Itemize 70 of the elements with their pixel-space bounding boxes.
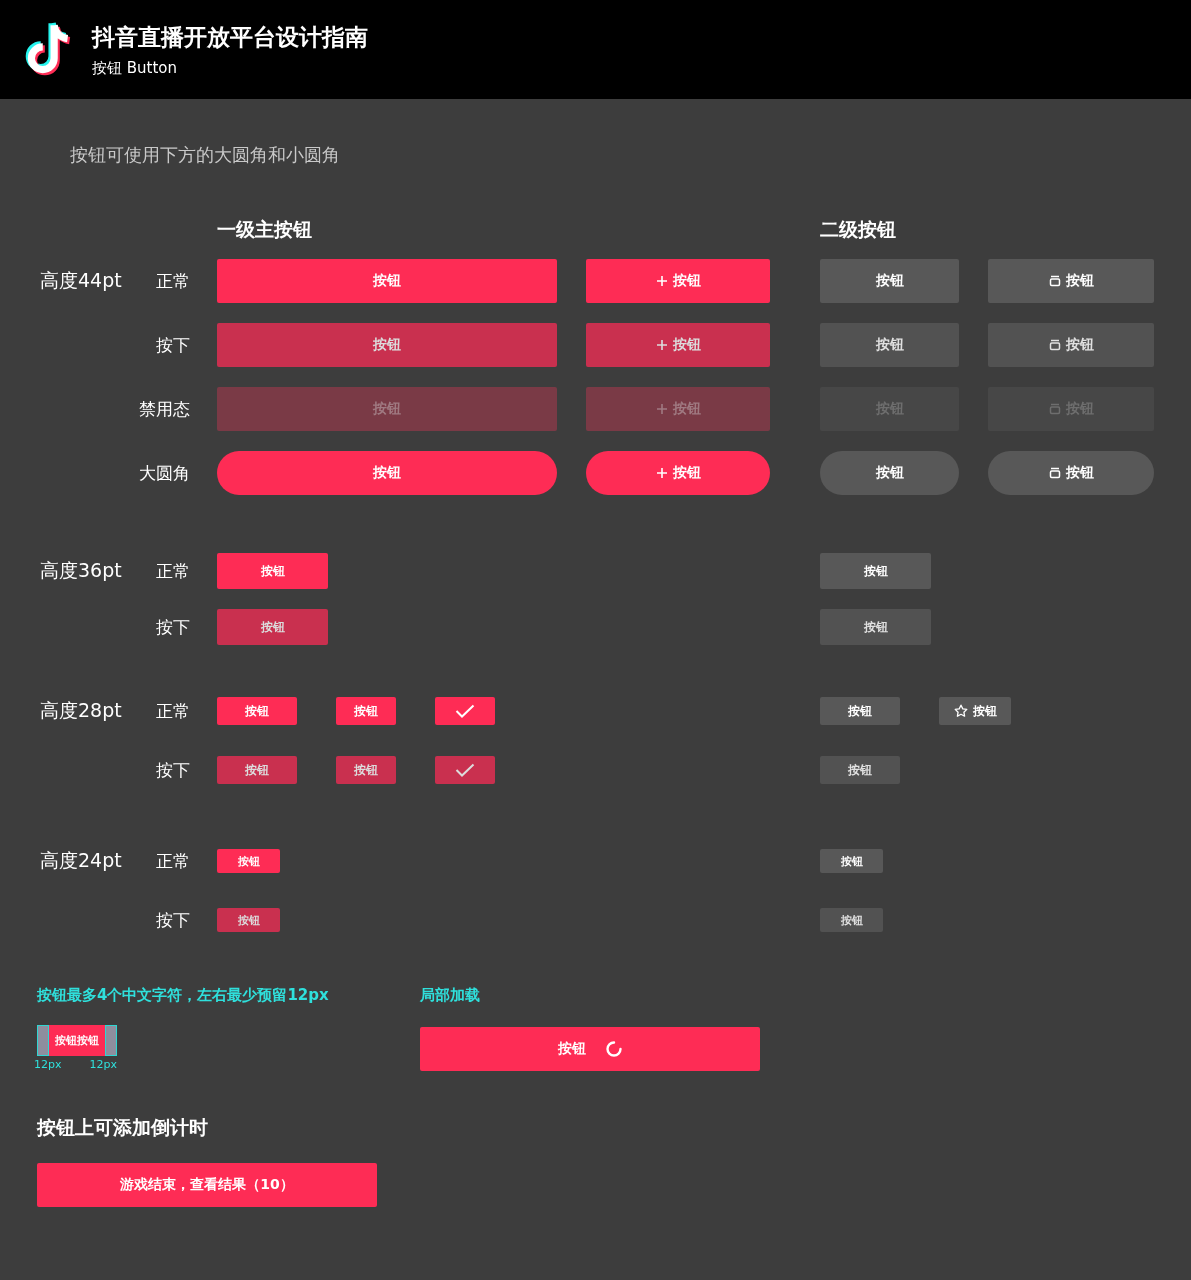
secondary-button[interactable]: 按钮 bbox=[820, 849, 883, 873]
secondary-button[interactable]: 按钮 bbox=[988, 451, 1154, 495]
padding-label: 12px bbox=[89, 1058, 117, 1071]
page-subtitle: 按钮 Button bbox=[92, 58, 178, 78]
padding-marker bbox=[105, 1025, 117, 1056]
primary-button[interactable]: 按钮 bbox=[217, 451, 557, 495]
size-label: 高度24pt bbox=[40, 849, 122, 871]
secondary-button[interactable]: 按钮 bbox=[939, 697, 1011, 725]
primary-button[interactable]: 按钮 bbox=[217, 756, 297, 784]
state-label: 正常 bbox=[156, 700, 190, 721]
intro-text: 按钮可使用下方的大圆角和小圆角 bbox=[70, 143, 341, 167]
primary-button[interactable]: 按钮 bbox=[586, 259, 770, 303]
secondary-button[interactable]: 按钮 bbox=[820, 451, 959, 495]
state-label: 按下 bbox=[156, 616, 190, 637]
secondary-button[interactable]: 按钮 bbox=[988, 323, 1154, 367]
countdown-button[interactable]: 游戏结束，查看结果（10） bbox=[37, 1163, 377, 1207]
secondary-button[interactable]: 按钮 bbox=[820, 259, 959, 303]
primary-button[interactable]: 按钮 bbox=[217, 849, 280, 873]
padding-marker bbox=[37, 1025, 49, 1056]
state-label: 大圆角 bbox=[139, 462, 190, 483]
state-label: 正常 bbox=[156, 270, 190, 291]
primary-button[interactable]: 按钮 bbox=[217, 259, 557, 303]
check-icon bbox=[455, 704, 475, 718]
section-title: 按钮上可添加倒计时 bbox=[37, 1115, 208, 1140]
secondary-button[interactable]: 按钮 bbox=[820, 697, 900, 725]
state-label: 禁用态 bbox=[139, 398, 190, 419]
primary-button[interactable]: 按钮 bbox=[217, 553, 328, 589]
primary-button[interactable]: 按钮 bbox=[217, 908, 280, 932]
plus-icon bbox=[655, 467, 668, 479]
state-label: 正常 bbox=[156, 560, 190, 581]
primary-button[interactable]: 按钮 bbox=[586, 451, 770, 495]
secondary-button[interactable]: 按钮 bbox=[820, 323, 959, 367]
padding-label: 12px bbox=[34, 1058, 62, 1071]
secondary-button[interactable]: 按钮 bbox=[820, 609, 931, 645]
primary-button[interactable]: 按钮 bbox=[217, 697, 297, 725]
state-label: 正常 bbox=[156, 850, 190, 871]
state-label: 按下 bbox=[156, 909, 190, 930]
sample-text: 按钮按钮 bbox=[54, 1033, 100, 1049]
column-heading: 二级按钮 bbox=[820, 217, 896, 241]
tray-icon bbox=[1048, 339, 1061, 351]
primary-button[interactable]: 按钮 bbox=[336, 697, 396, 725]
plus-icon bbox=[655, 275, 668, 287]
tray-icon bbox=[1048, 467, 1061, 479]
secondary-button[interactable]: 按钮 bbox=[988, 259, 1154, 303]
note-text: 局部加载 bbox=[420, 985, 480, 1005]
secondary-button[interactable]: 按钮 bbox=[820, 908, 883, 932]
plus-icon bbox=[655, 403, 668, 415]
note-text: 按钮最多4个中文字符，左右最少预留12px bbox=[37, 985, 329, 1005]
primary-button[interactable]: 按钮 bbox=[217, 323, 557, 367]
page-title: 抖音直播开放平台设计指南 bbox=[92, 22, 368, 52]
size-label: 高度44pt bbox=[40, 269, 122, 291]
loading-button[interactable]: 按钮 bbox=[420, 1027, 760, 1071]
column-heading: 一级主按钮 bbox=[217, 217, 313, 241]
confirm-button[interactable] bbox=[435, 756, 495, 784]
spinner-icon bbox=[604, 1040, 623, 1058]
plus-icon bbox=[655, 339, 668, 351]
primary-button[interactable]: 按钮 bbox=[217, 609, 328, 645]
size-label: 高度28pt bbox=[40, 699, 122, 721]
confirm-button[interactable] bbox=[435, 697, 495, 725]
primary-button[interactable]: 按钮 bbox=[336, 756, 396, 784]
size-label: 高度36pt bbox=[40, 559, 122, 581]
secondary-button[interactable]: 按钮 bbox=[820, 756, 900, 784]
tray-icon bbox=[1048, 275, 1061, 287]
check-icon bbox=[455, 763, 475, 777]
state-label: 按下 bbox=[156, 334, 190, 355]
tray-icon bbox=[1048, 403, 1061, 415]
state-label: 按下 bbox=[156, 759, 190, 780]
secondary-button[interactable]: 按钮 bbox=[820, 553, 931, 589]
primary-button[interactable]: 按钮 bbox=[586, 323, 770, 367]
star-icon bbox=[953, 704, 968, 718]
